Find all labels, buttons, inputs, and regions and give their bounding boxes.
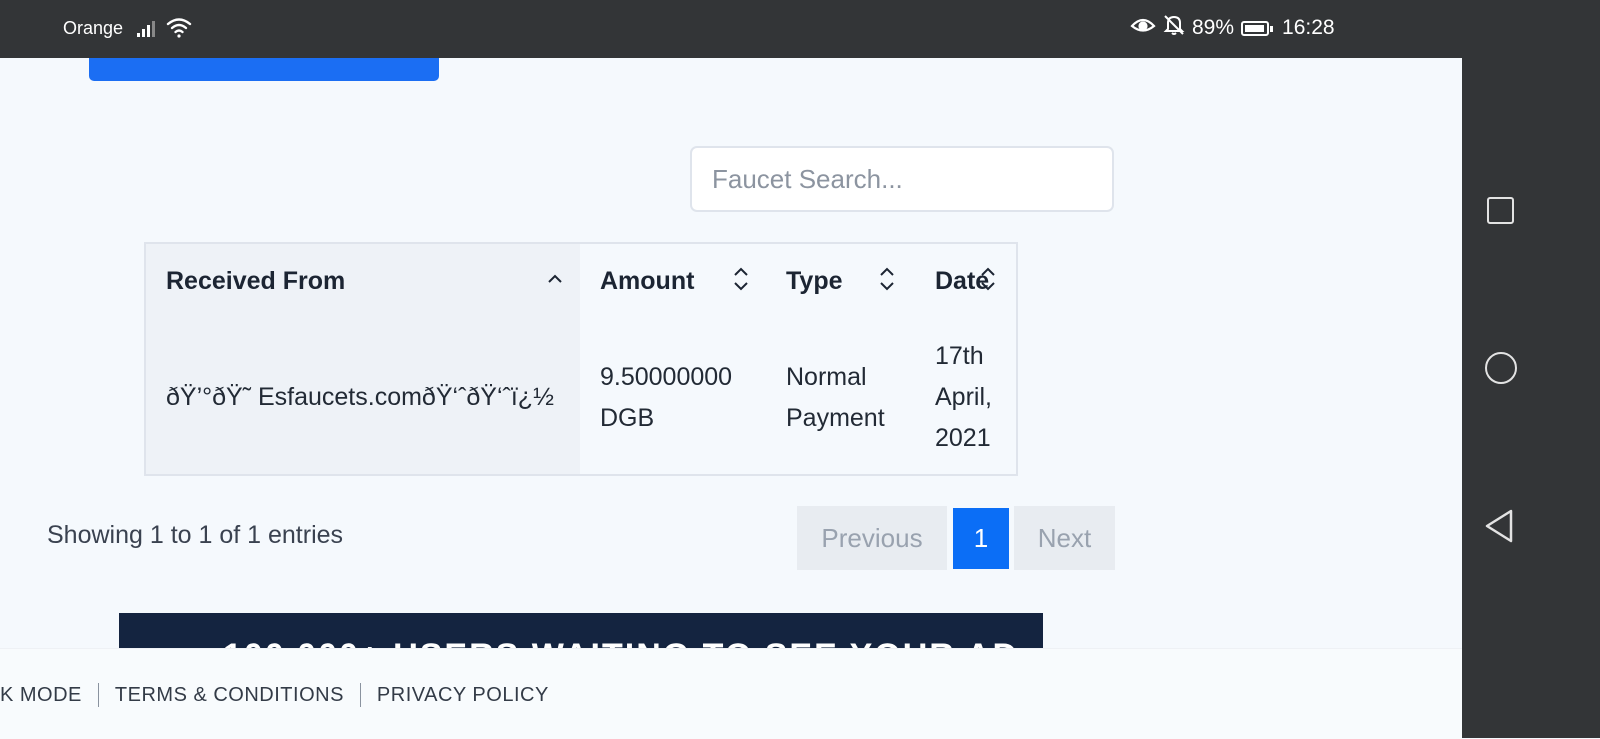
home-icon[interactable] xyxy=(1485,352,1517,384)
eye-icon xyxy=(1130,15,1156,41)
page-1-button[interactable]: 1 xyxy=(953,508,1009,569)
clock: 16:28 xyxy=(1282,16,1335,39)
footer-divider xyxy=(97,683,99,707)
primary-button[interactable] xyxy=(89,58,439,81)
ad-banner-text: 100,000+ USERS WAITING TO SEE YOUR AD xyxy=(223,637,1019,648)
type-text: Normal Payment xyxy=(786,362,885,432)
battery-icon xyxy=(1241,20,1274,36)
recents-icon[interactable] xyxy=(1487,197,1514,224)
back-icon[interactable] xyxy=(1484,508,1514,549)
header-amount[interactable]: Amount xyxy=(600,244,694,319)
header-received-from[interactable]: Received From xyxy=(166,244,345,319)
signal-icon xyxy=(137,18,159,43)
amount-text: 9.50000000 DGB xyxy=(600,362,733,432)
ad-banner[interactable]: 100,000+ USERS WAITING TO SEE YOUR AD xyxy=(119,613,1043,648)
transactions-table: Received From Amount Type Date ðŸ’°ðŸ˜ E… xyxy=(144,242,1018,476)
navigation-bar xyxy=(1462,0,1600,738)
footer: K MODE TERMS & CONDITIONS PRIVACY POLICY xyxy=(0,648,1462,739)
cell-received-from: ðŸ’°ðŸ˜ Esfaucets.comðŸ‘ˆðŸ‘ˆï¿½ xyxy=(166,319,566,476)
received-from-text: ðŸ’°ðŸ˜ Esfaucets.comðŸ‘ˆðŸ‘ˆï¿½ xyxy=(166,383,554,411)
sort-both-icon[interactable] xyxy=(733,266,749,297)
carrier-label: Orange xyxy=(63,18,124,38)
header-amount-label: Amount xyxy=(600,267,695,295)
header-type-label: Type xyxy=(786,267,843,295)
previous-page-button[interactable]: Previous xyxy=(797,506,947,570)
privacy-policy-link[interactable]: PRIVACY POLICY xyxy=(377,684,549,707)
header-received-from-label: Received From xyxy=(166,267,346,295)
wifi-icon xyxy=(166,16,192,45)
cell-amount: 9.50000000 DGB xyxy=(600,319,765,476)
status-bar: Orange 89% 16:28 xyxy=(0,0,1462,58)
terms-link[interactable]: TERMS & CONDITIONS xyxy=(115,684,344,707)
sort-asc-icon[interactable] xyxy=(547,272,563,290)
cell-date: 17th April, 2021 xyxy=(935,319,1015,476)
cell-type: Normal Payment xyxy=(786,319,911,476)
dark-mode-link[interactable]: K MODE xyxy=(0,684,82,707)
sort-both-icon[interactable] xyxy=(879,266,895,297)
battery-percent: 89% xyxy=(1192,16,1235,39)
date-text: 17th April, 2021 xyxy=(935,342,992,452)
entries-info: Showing 1 to 1 of 1 entries xyxy=(47,521,344,549)
header-type[interactable]: Type xyxy=(786,244,843,319)
faucet-search-input[interactable] xyxy=(690,146,1114,212)
footer-divider xyxy=(359,683,361,707)
bell-muted-icon xyxy=(1163,14,1185,42)
sort-both-icon[interactable] xyxy=(980,266,996,297)
next-page-button[interactable]: Next xyxy=(1014,506,1115,570)
